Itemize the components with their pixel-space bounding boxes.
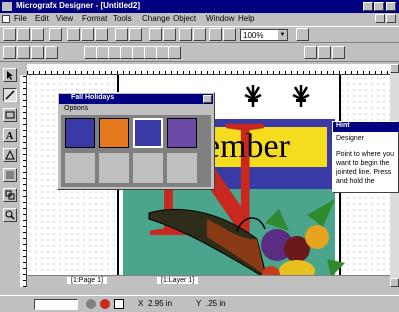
y-coordinate: .25 in	[206, 299, 226, 308]
window-title: Micrografx Designer - [Untitled2]	[16, 1, 141, 10]
rectangle-tool-icon[interactable]	[3, 108, 17, 122]
paste-icon[interactable]	[95, 28, 108, 41]
scroll-down-button[interactable]	[390, 278, 399, 287]
palette-title: Fall Holidays	[71, 94, 115, 101]
menu-bar: File Edit View Format Tools Change Objec…	[0, 13, 399, 25]
arrow-icon[interactable]	[45, 46, 58, 59]
title-bar: Micrografx Designer - [Untitled2]	[0, 0, 399, 13]
wheat-sheaf-icon	[292, 85, 310, 107]
app-icon[interactable]	[2, 2, 12, 11]
redo-icon[interactable]	[129, 28, 142, 41]
copy-icon[interactable]	[81, 28, 94, 41]
menu-change[interactable]: Change	[142, 14, 170, 23]
menu-file[interactable]: File	[14, 14, 27, 23]
doc-minimize-button[interactable]	[375, 14, 385, 23]
print-icon[interactable]	[49, 28, 62, 41]
menu-help[interactable]: Help	[238, 14, 254, 23]
menu-object[interactable]: Object	[173, 14, 196, 23]
chevron-down-icon[interactable]: ▼	[278, 30, 287, 40]
menu-tools[interactable]: Tools	[113, 14, 132, 23]
help-pointer-icon[interactable]	[296, 28, 309, 41]
doc-close-button[interactable]	[386, 14, 396, 23]
palette-item-selected[interactable]	[133, 118, 163, 148]
dash-icon[interactable]	[31, 46, 44, 59]
hint-body: Point to where you want to begin the joi…	[336, 151, 394, 185]
page-tab[interactable]: [1:Page 1]	[67, 277, 107, 284]
undo-icon[interactable]	[115, 28, 128, 41]
zoom-tool-icon[interactable]	[3, 208, 17, 222]
palette-close-button[interactable]	[203, 95, 212, 103]
cornucopia-artwork	[148, 199, 345, 284]
line-color-icon[interactable]	[100, 299, 110, 309]
toolbox: A	[0, 62, 20, 295]
palette-item-person[interactable]	[167, 153, 197, 183]
snap-icon[interactable]	[114, 299, 124, 309]
menu-edit[interactable]: Edit	[35, 14, 49, 23]
svg-text:A: A	[6, 131, 14, 140]
pointer-tool-icon[interactable]	[3, 68, 17, 82]
x-label: X	[138, 299, 144, 308]
line-style-icon[interactable]	[3, 46, 16, 59]
palette-item-pumpkin[interactable]	[99, 118, 129, 148]
view-icon[interactable]	[304, 46, 317, 59]
menu-window[interactable]: Window	[206, 14, 234, 23]
text-tool-icon[interactable]: A	[3, 128, 17, 142]
vertical-ruler	[20, 75, 27, 287]
palette-item-figure[interactable]	[133, 153, 163, 183]
menu-format[interactable]: Format	[82, 14, 107, 23]
standard-toolbar: 100% ▼	[0, 26, 399, 43]
minimize-button[interactable]	[363, 2, 373, 11]
align-icon[interactable]	[209, 28, 222, 41]
document-banner-text: ember	[205, 128, 290, 165]
status-bar: X 2.95 in Y .25 in	[0, 295, 399, 312]
x-coordinate: 2.95 in	[148, 299, 173, 308]
hint-titlebar[interactable]: Hint	[333, 122, 399, 132]
palette-titlebar[interactable]: Fall Holidays	[59, 94, 213, 104]
hint-window: Hint Designer Point to where you want to…	[332, 121, 399, 193]
back-icon[interactable]	[193, 28, 206, 41]
hint-heading: Designer	[336, 135, 365, 142]
page-layer-tabs: [1:Page 1] [1:Layer 1]	[27, 275, 390, 287]
transform-tool-icon[interactable]	[3, 188, 17, 202]
scroll-up-button[interactable]	[390, 64, 399, 73]
drawing-toolbar	[0, 43, 399, 62]
ruler-corner	[20, 64, 27, 75]
front-icon[interactable]	[179, 28, 192, 41]
palette-item-pilgrims[interactable]	[65, 153, 95, 183]
save-icon[interactable]	[31, 28, 44, 41]
fill-pattern-7-icon[interactable]	[168, 46, 181, 59]
zoom-value: 100%	[243, 31, 264, 40]
hint-title: Hint	[336, 122, 350, 129]
pen-width-icon[interactable]	[17, 46, 30, 59]
new-file-icon[interactable]	[3, 28, 16, 41]
layers-icon[interactable]	[332, 46, 345, 59]
document-icon[interactable]	[2, 15, 10, 23]
cut-icon[interactable]	[67, 28, 80, 41]
ungroup-icon[interactable]	[163, 28, 176, 41]
fill-color-icon[interactable]	[86, 299, 96, 309]
status-field	[34, 299, 78, 310]
fill-tool-icon[interactable]	[3, 168, 17, 182]
close-button[interactable]	[386, 2, 396, 11]
line-tool-icon[interactable]	[3, 88, 17, 102]
menu-view[interactable]: View	[56, 14, 73, 23]
palette-grid	[61, 115, 211, 187]
palette-item-harvest[interactable]	[167, 118, 197, 148]
y-label: Y	[196, 299, 202, 308]
group-icon[interactable]	[149, 28, 162, 41]
open-file-icon[interactable]	[17, 28, 30, 41]
palette-item-turkey[interactable]	[65, 118, 95, 148]
zoom-page-icon[interactable]	[223, 28, 236, 41]
shape-edit-tool-icon[interactable]	[3, 148, 17, 162]
palette-options-menu[interactable]: Options	[64, 105, 88, 112]
layer-tab[interactable]: [1:Layer 1]	[157, 277, 199, 284]
zoom-combobox[interactable]: 100% ▼	[240, 29, 288, 41]
maximize-button[interactable]	[374, 2, 384, 11]
horizontal-ruler	[27, 64, 399, 75]
grid-icon[interactable]	[318, 46, 331, 59]
palette-item-pilgrim-hat[interactable]	[99, 153, 129, 183]
fall-holidays-palette: Fall Holidays Options	[57, 92, 215, 190]
